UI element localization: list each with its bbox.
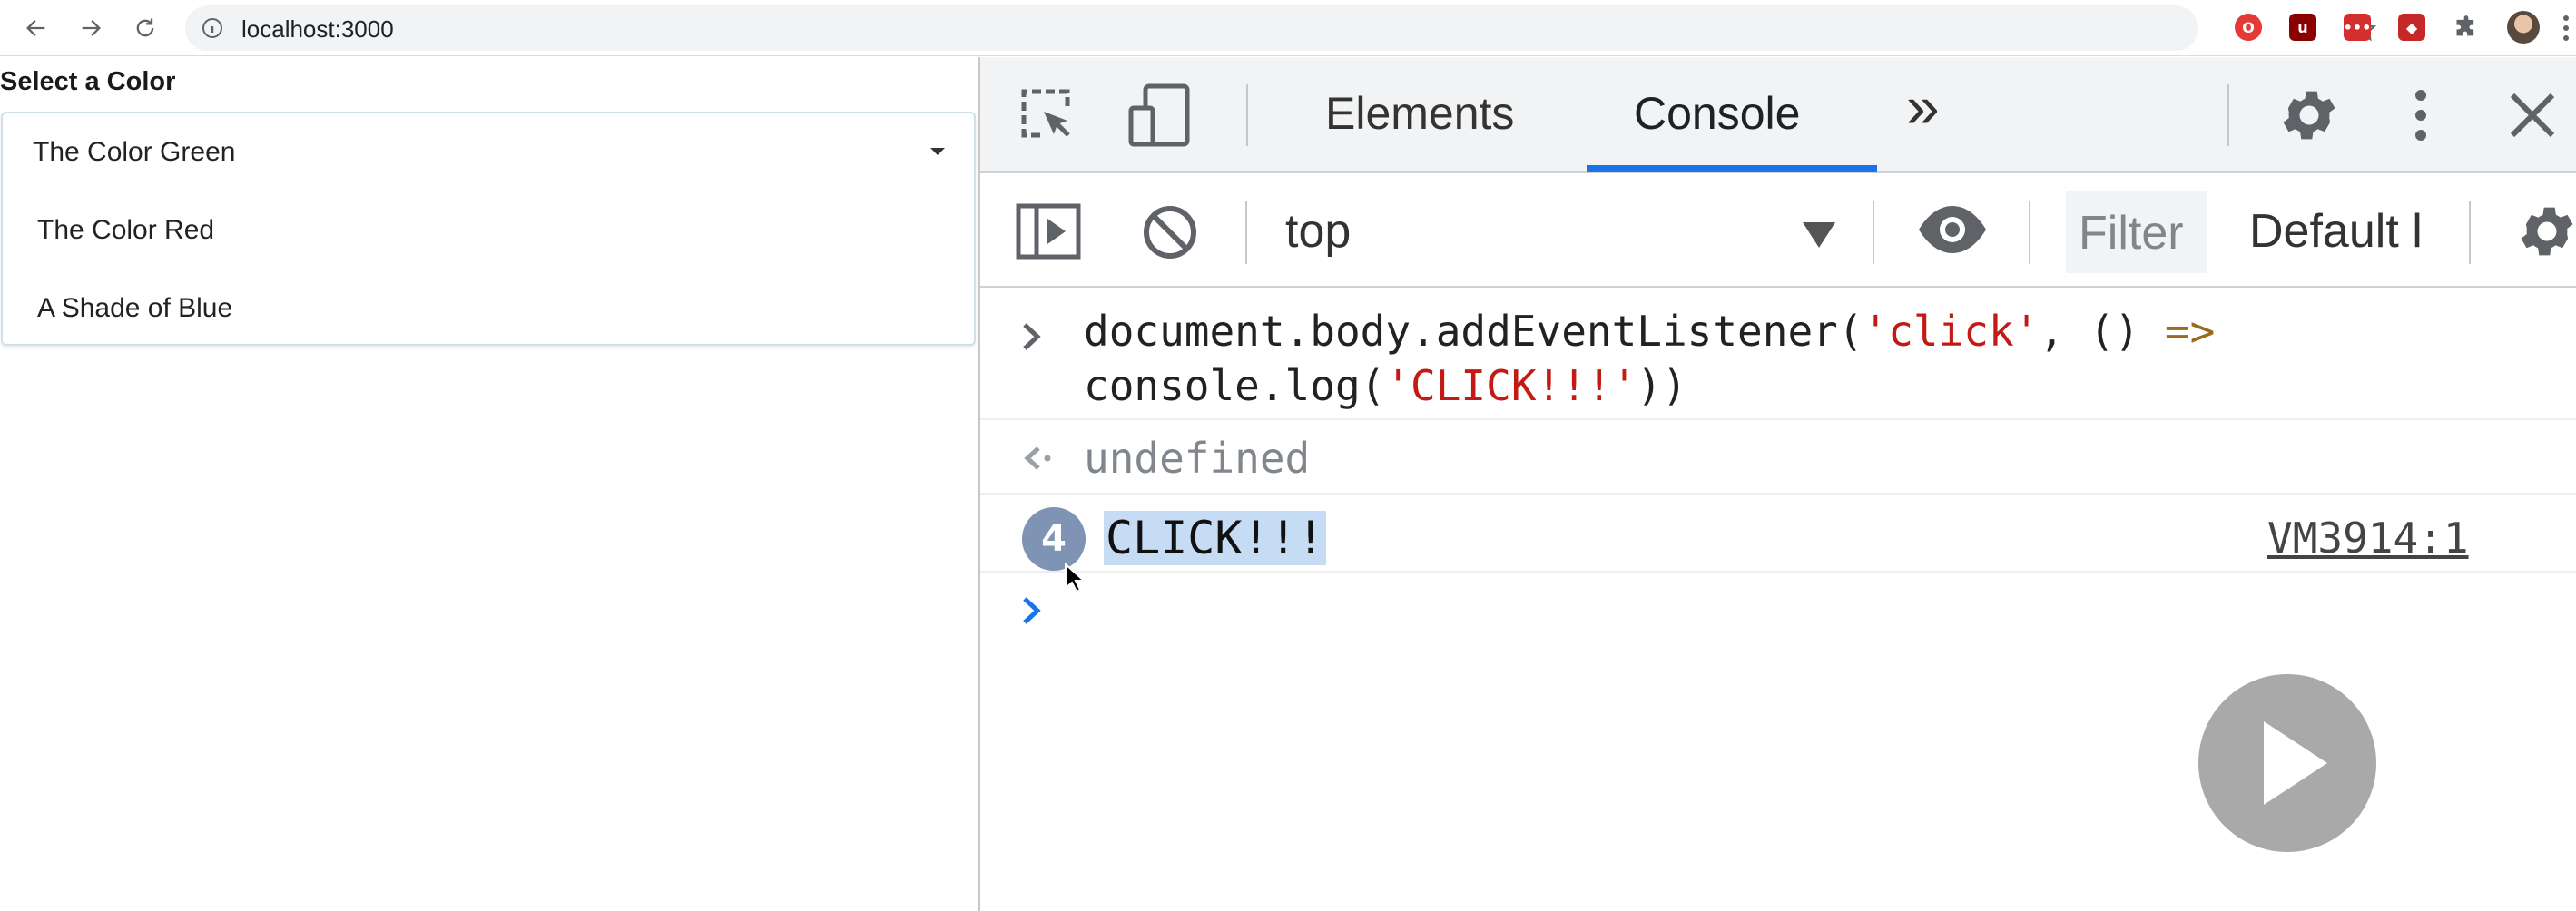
close-icon[interactable] bbox=[2505, 88, 2560, 142]
code-string: 'CLICK!!!' bbox=[1385, 361, 1637, 410]
browser-toolbar: localhost:3000 O u ••• ◆ bbox=[0, 0, 2576, 56]
devtools-tabbar: Elements Console » bbox=[980, 57, 2576, 173]
code-text: )) bbox=[1637, 361, 1687, 410]
console-input-entry: document.body.addEventListener('click', … bbox=[980, 289, 2576, 420]
ublock-extension-icon[interactable]: u bbox=[2289, 14, 2316, 41]
caret-down-icon[interactable] bbox=[930, 148, 945, 155]
toolbar-divider bbox=[1245, 201, 1247, 264]
play-button[interactable] bbox=[2198, 674, 2376, 852]
code-text: , () bbox=[2039, 307, 2165, 356]
toolbar-divider bbox=[1873, 201, 1874, 264]
code-text: document.body.addEventListener( bbox=[1084, 307, 1863, 356]
back-icon[interactable] bbox=[18, 10, 54, 46]
console-log-entry: 4 CLICK!!! VM3914:1 bbox=[980, 496, 2576, 573]
more-icon[interactable] bbox=[2561, 13, 2571, 44]
context-selector[interactable]: top bbox=[1285, 204, 1351, 259]
clear-console-icon[interactable] bbox=[1140, 202, 1200, 262]
console-result-entry: undefined bbox=[980, 422, 2576, 495]
play-icon bbox=[2264, 721, 2327, 805]
page-content: Select a Color The Color Green The Color… bbox=[0, 57, 978, 911]
filter-placeholder: Filter bbox=[2079, 207, 2184, 260]
toolbar-divider bbox=[2469, 201, 2471, 264]
filter-input[interactable]: Filter bbox=[2066, 191, 2207, 273]
option-red[interactable]: The Color Red bbox=[3, 191, 974, 269]
puzzle-icon[interactable] bbox=[2453, 14, 2480, 41]
sidebar-toggle-icon[interactable] bbox=[1015, 202, 1082, 260]
toolbar-divider bbox=[1246, 84, 1248, 146]
device-toolbar-icon[interactable] bbox=[1126, 81, 1195, 150]
more-options-icon[interactable] bbox=[2407, 83, 2434, 148]
more-tabs-icon[interactable]: » bbox=[1906, 76, 1940, 136]
active-tab-indicator bbox=[1587, 165, 1877, 172]
code-text: console.log( bbox=[1084, 361, 1386, 410]
command-line-2: console.log('CLICK!!!')) bbox=[1084, 358, 1687, 413]
toolbar-divider bbox=[2029, 201, 2030, 264]
option-label: A Shade of Blue bbox=[37, 293, 233, 323]
option-label: The Color Red bbox=[37, 215, 215, 245]
selected-value-text: The Color Green bbox=[33, 137, 236, 167]
source-link[interactable]: VM3914:1 bbox=[2267, 511, 2469, 565]
console-toolbar: top Filter Default l bbox=[980, 175, 2576, 288]
address-bar[interactable]: localhost:3000 bbox=[185, 5, 2376, 51]
option-blue[interactable]: A Shade of Blue bbox=[3, 269, 974, 348]
select-label: Select a Color bbox=[0, 67, 176, 96]
avatar[interactable] bbox=[2507, 11, 2540, 44]
repeat-count-badge: 4 bbox=[1022, 507, 1086, 571]
url-text[interactable]: localhost:3000 bbox=[241, 17, 394, 41]
result-value: undefined bbox=[1084, 434, 1311, 483]
lastpass-extension-icon[interactable]: ••• bbox=[2344, 14, 2371, 41]
opera-extension-icon[interactable]: O bbox=[2235, 14, 2262, 41]
code-arrow: => bbox=[2164, 307, 2216, 356]
reload-icon[interactable] bbox=[127, 10, 163, 46]
prompt-chevron-icon bbox=[1023, 597, 1041, 624]
select-current-value[interactable]: The Color Green bbox=[3, 113, 974, 191]
console-prompt[interactable] bbox=[980, 574, 2576, 647]
toolbar-divider bbox=[2227, 84, 2229, 146]
devtools-panel: Elements Console » top Filter Default l … bbox=[978, 57, 2576, 911]
extension-icon[interactable]: ◆ bbox=[2398, 14, 2425, 41]
tab-elements[interactable]: Elements bbox=[1325, 86, 1514, 141]
chevron-right-icon bbox=[1023, 323, 1041, 350]
console-settings-gear-icon[interactable] bbox=[2514, 199, 2576, 264]
inspect-element-icon[interactable] bbox=[1017, 84, 1077, 144]
log-message[interactable]: CLICK!!! bbox=[1104, 511, 1326, 565]
live-expression-eye-icon[interactable] bbox=[1915, 202, 1990, 257]
settings-gear-icon[interactable] bbox=[2276, 83, 2342, 148]
context-dropdown-icon[interactable] bbox=[1803, 222, 1835, 248]
result-arrow-icon bbox=[1024, 446, 1051, 470]
code-string: 'click' bbox=[1863, 307, 2040, 356]
log-levels-dropdown[interactable]: Default l bbox=[2249, 204, 2423, 259]
command-line-1: document.body.addEventListener('click', … bbox=[1084, 304, 2215, 358]
info-icon[interactable] bbox=[202, 17, 223, 39]
tab-console[interactable]: Console bbox=[1634, 86, 1800, 141]
mouse-cursor-icon bbox=[1065, 563, 1084, 593]
color-select[interactable]: The Color Green The Color Red A Shade of… bbox=[1, 112, 976, 346]
forward-icon[interactable] bbox=[73, 10, 109, 46]
